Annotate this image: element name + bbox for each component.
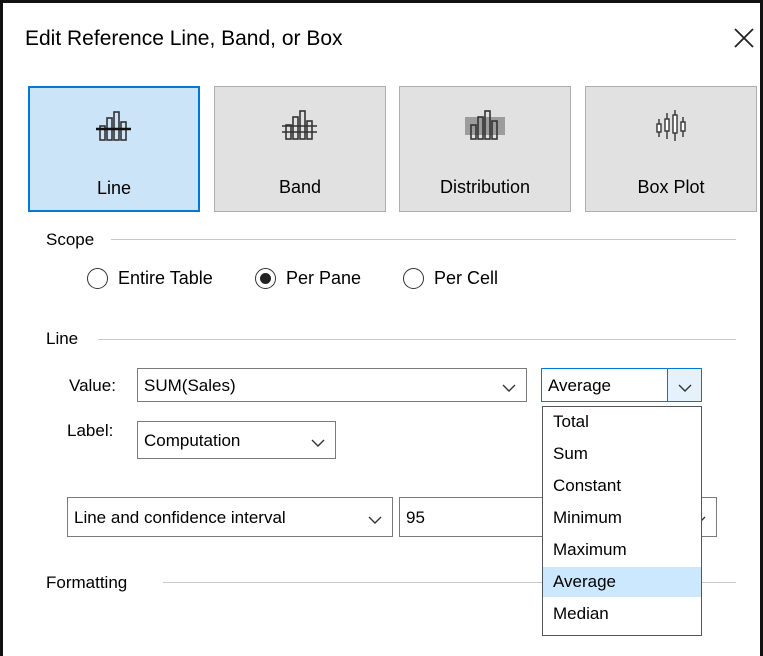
confidence-text: 95 bbox=[406, 508, 425, 527]
scope-divider bbox=[111, 239, 736, 240]
type-distribution-label: Distribution bbox=[439, 177, 531, 197]
edit-reference-dialog: Edit Reference Line, Band, or Box Line B… bbox=[0, 0, 763, 656]
type-band-button[interactable]: Band bbox=[214, 86, 386, 212]
radio-button[interactable] bbox=[403, 268, 424, 289]
radio-per-pane[interactable]: Per Pane bbox=[255, 268, 361, 289]
line-divider bbox=[98, 339, 736, 340]
type-line-label: Line bbox=[96, 178, 132, 198]
radio-per-cell[interactable]: Per Cell bbox=[403, 268, 498, 289]
value-field-text: SUM(Sales) bbox=[144, 376, 236, 395]
distribution-chart-icon bbox=[463, 109, 507, 146]
radio-entire-table[interactable]: Entire Table bbox=[87, 268, 213, 289]
line-chart-icon bbox=[94, 110, 134, 147]
band-chart-icon bbox=[280, 109, 320, 146]
chevron-down-icon bbox=[311, 434, 325, 454]
scope-heading: Scope bbox=[46, 230, 95, 249]
radio-label: Per Pane bbox=[286, 268, 362, 288]
dropdown-option-maximum[interactable]: Maximum bbox=[543, 535, 701, 565]
radio-button[interactable] bbox=[87, 268, 108, 289]
value-field-select[interactable]: SUM(Sales) bbox=[137, 368, 527, 402]
value-label: Value: bbox=[69, 376, 116, 395]
aggregation-text: Average bbox=[548, 376, 612, 395]
dialog-title: Edit Reference Line, Band, or Box bbox=[25, 27, 343, 50]
interval-mode-select[interactable]: Line and confidence interval bbox=[67, 497, 393, 537]
chevron-down-icon bbox=[502, 379, 516, 399]
aggregation-select[interactable]: Average bbox=[541, 368, 702, 402]
chevron-down-icon bbox=[678, 379, 692, 399]
dropdown-option-total[interactable]: Total bbox=[543, 407, 701, 437]
type-box-plot-button[interactable]: Box Plot bbox=[585, 86, 757, 212]
dropdown-option-constant[interactable]: Constant bbox=[543, 471, 701, 501]
radio-selected-dot bbox=[260, 273, 271, 284]
dropdown-button[interactable] bbox=[667, 369, 701, 401]
type-box-plot-label: Box Plot bbox=[637, 177, 705, 197]
dropdown-option-minimum[interactable]: Minimum bbox=[543, 503, 701, 533]
type-distribution-button[interactable]: Distribution bbox=[399, 86, 571, 212]
interval-mode-text: Line and confidence interval bbox=[74, 508, 286, 527]
radio-button[interactable] bbox=[255, 268, 276, 289]
line-heading: Line bbox=[46, 329, 79, 348]
aggregation-dropdown-list: Total Sum Constant Minimum Maximum Avera… bbox=[542, 406, 702, 636]
formatting-heading: Formatting bbox=[46, 573, 128, 592]
dropdown-option-sum[interactable]: Sum bbox=[543, 439, 701, 469]
type-band-label: Band bbox=[278, 177, 322, 197]
label-select[interactable]: Computation bbox=[137, 421, 336, 459]
chevron-down-icon bbox=[368, 511, 382, 531]
dropdown-option-median[interactable]: Median bbox=[543, 599, 701, 629]
label-label: Label: bbox=[67, 421, 114, 440]
close-icon[interactable] bbox=[729, 23, 759, 53]
radio-label: Entire Table bbox=[118, 268, 213, 288]
radio-label: Per Cell bbox=[434, 268, 499, 288]
title-bar: Edit Reference Line, Band, or Box bbox=[3, 3, 760, 77]
dropdown-option-average[interactable]: Average bbox=[543, 567, 701, 597]
box-plot-icon bbox=[651, 109, 691, 148]
label-select-text: Computation bbox=[144, 431, 241, 450]
type-line-button[interactable]: Line bbox=[28, 86, 200, 212]
